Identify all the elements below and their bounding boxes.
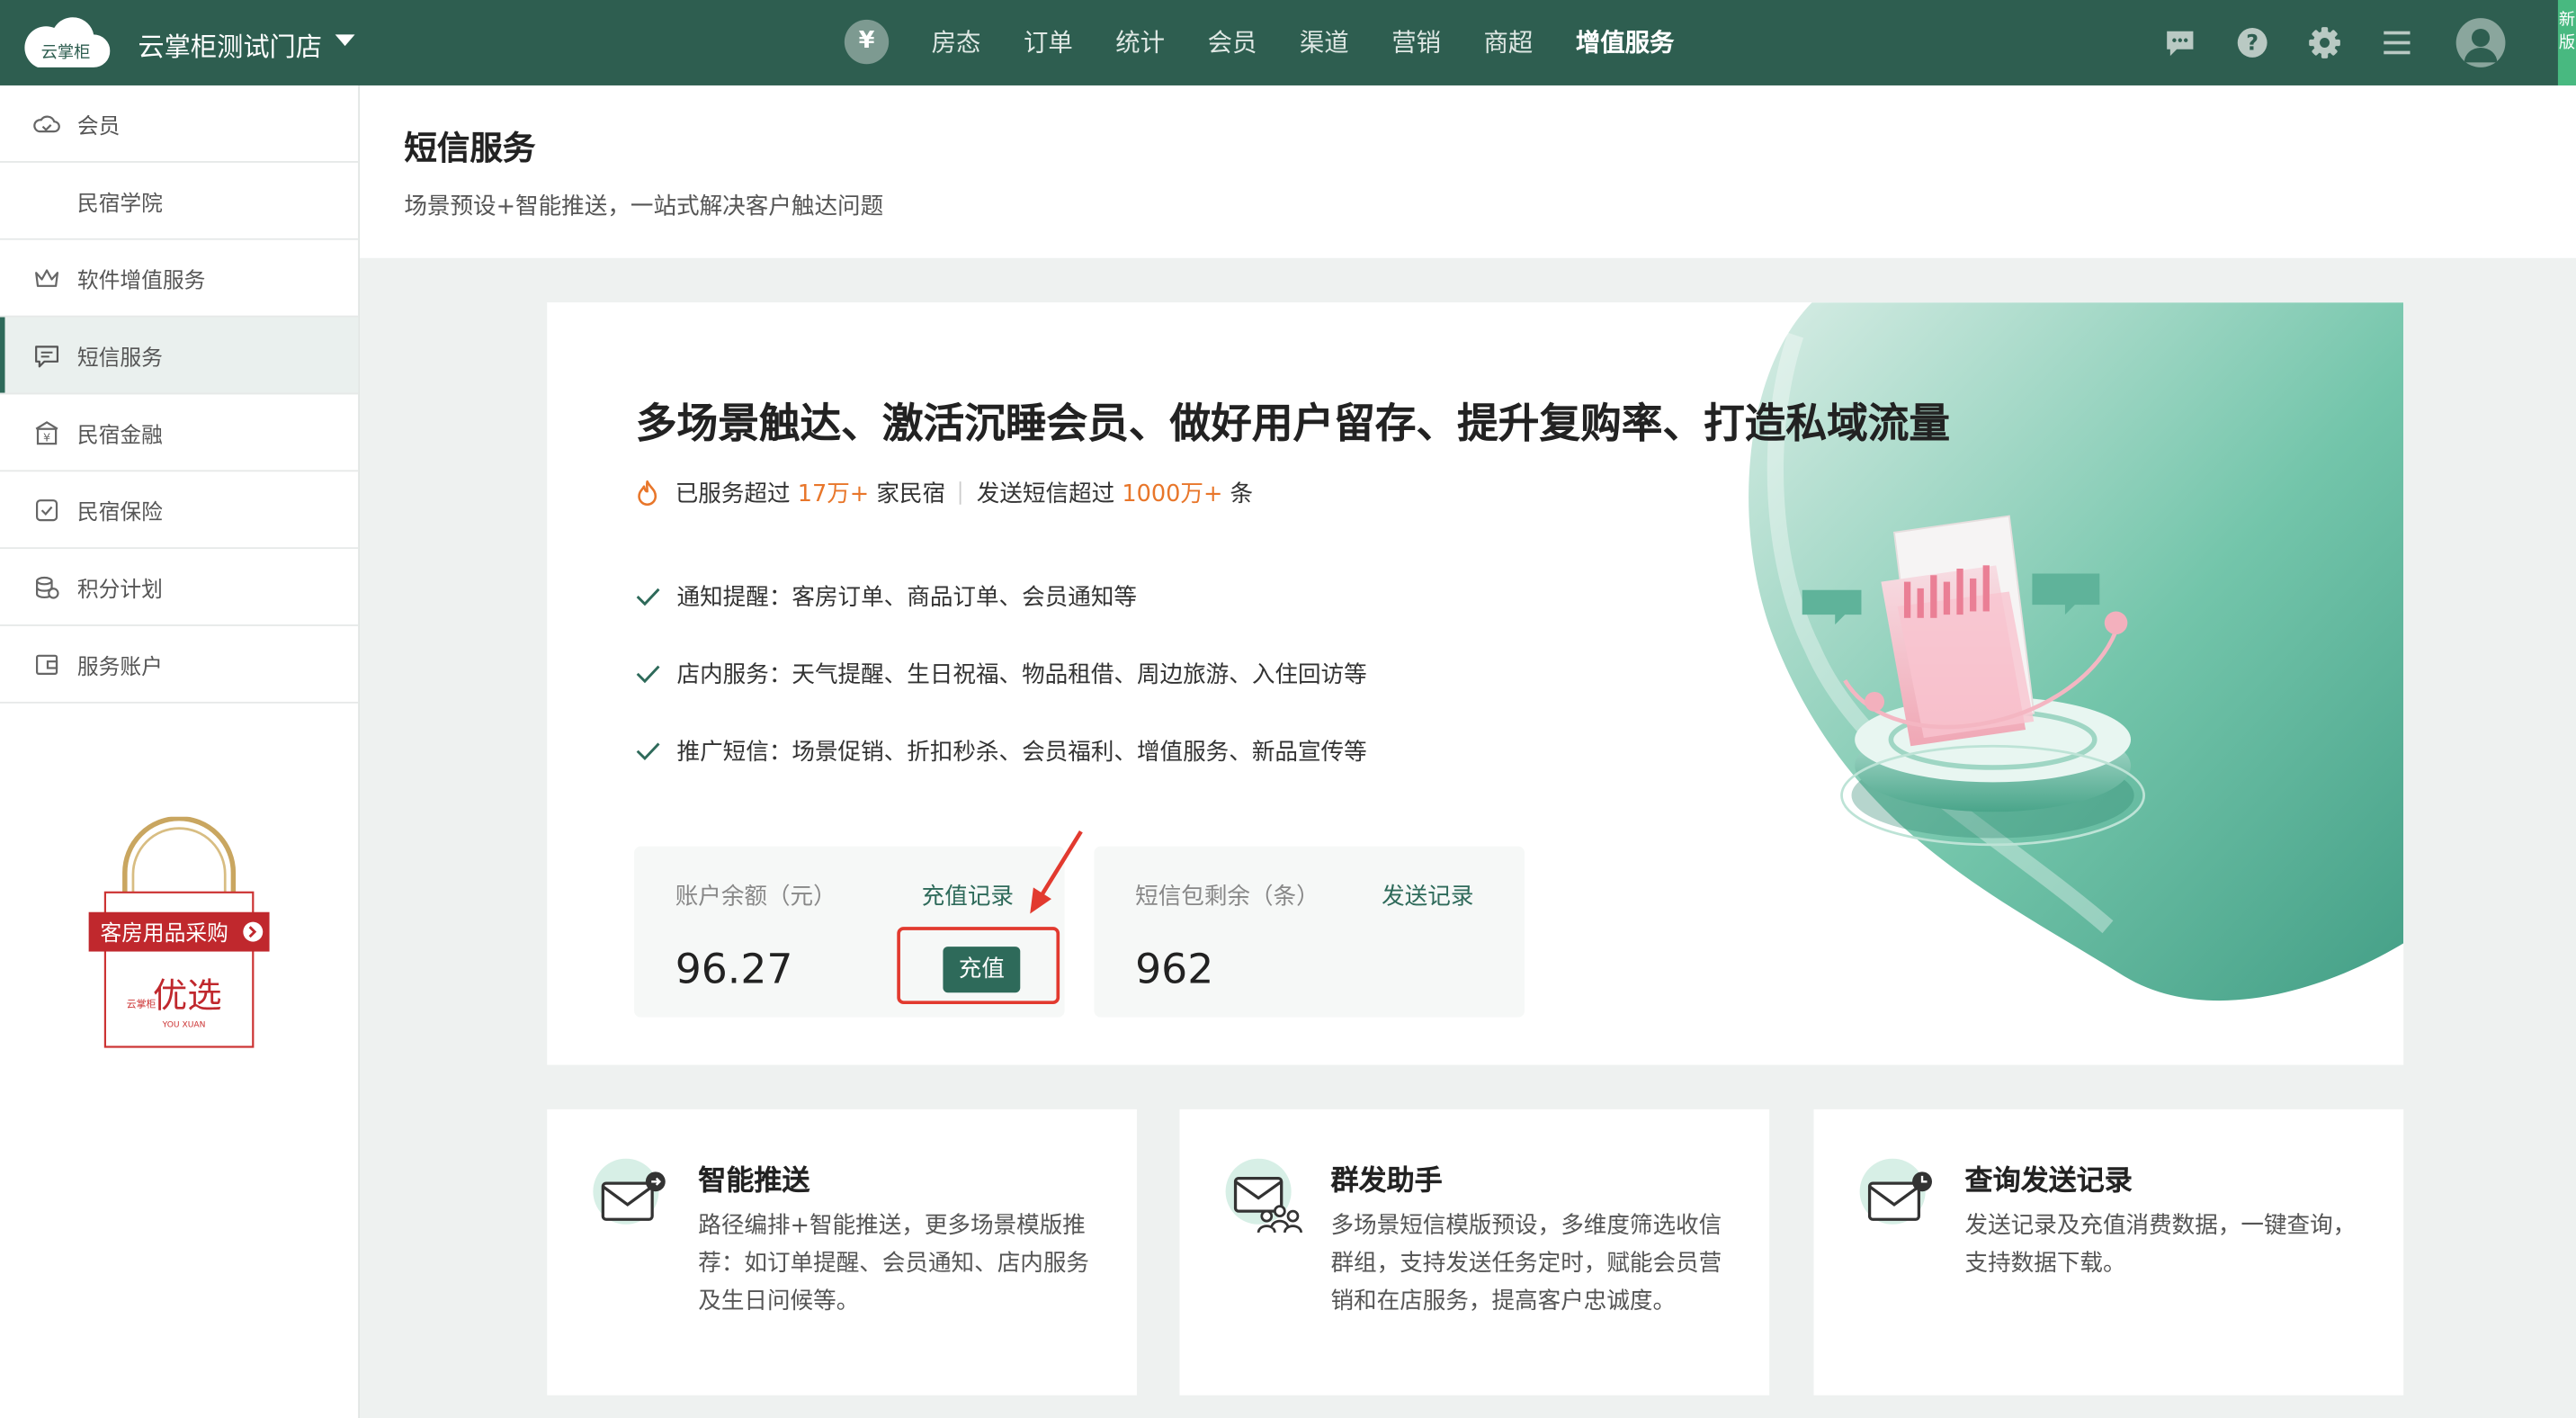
sidebar-item-finance[interactable]: ¥ 民宿金融 [0,394,359,472]
sidebar-item-insurance[interactable]: 民宿保险 [0,471,359,550]
fire-icon [638,480,657,507]
nav-members[interactable]: 会员 [1186,0,1278,85]
stat-sent-value: 1000万+ [1122,481,1223,508]
svg-text:YOU XUAN: YOU XUAN [162,1021,206,1030]
nav-channels[interactable]: 渠道 [1278,0,1370,85]
yunzhanggui-logo[interactable]: 云掌柜 [22,14,111,70]
feature-text: 通知提醒：客房订单、商品订单、会员通知等 [676,585,1137,612]
send-record-link[interactable]: 发送记录 [1382,879,1473,912]
yen-icon[interactable]: ¥ [844,19,890,65]
nav-orders[interactable]: 订单 [1002,0,1094,85]
feature-item: 通知提醒：客房订单、商品订单、会员通知等 [636,580,1137,614]
user-icon [2464,28,2498,63]
page-subtitle: 场景预设+智能推送，一站式解决客户触达问题 [404,193,884,220]
card-title: 群发助手 [1330,1165,1443,1198]
store-name[interactable]: 云掌柜测试门店 [138,24,322,64]
menu-icon[interactable] [2379,24,2415,60]
sms-remaining-label: 短信包剩余（条） [1135,884,1319,911]
mail-send-icon [593,1158,666,1225]
check-icon [636,665,660,684]
nav-mall[interactable]: 商超 [1462,0,1554,85]
recharge-record-link[interactable]: 充值记录 [922,879,1014,912]
top-navigation-bar: 云掌柜 云掌柜测试门店 ¥ 房态 订单 统计 会员 渠道 营销 商超 增值服务 … [0,0,2576,85]
stat-served-suffix: 家民宿 [876,481,946,508]
sidebar-item-label: 短信服务 [76,346,163,371]
wallet-icon [36,654,58,675]
stat-divider [960,481,962,505]
sms-hero-card: 多场景触达、激活沉睡会员、做好用户留存、提升复购率、打造私域流量 已服务超过 1… [547,302,2404,1065]
coins-icon [36,576,59,599]
page-header: 短信服务 场景预设+智能推送，一站式解决客户触达问题 [360,85,2576,258]
hero-stats: 已服务超过 17万+ 家民宿 发送短信超过 1000万+ 条 [636,477,1253,510]
check-icon [636,588,660,606]
sidebar-item-sms-service[interactable]: 短信服务 [0,317,359,395]
sidebar-item-academy[interactable]: 民宿学院 [0,163,359,240]
bank-icon: ¥ [35,421,58,444]
stat-sent-prefix: 发送短信超过 [976,481,1115,508]
feature-text: 店内服务：天气提醒、生日祝福、物品租借、周边旅游、入住回访等 [676,662,1367,689]
sidebar-item-label: 服务账户 [76,654,163,680]
sms-remaining-panel: 短信包剩余（条） 发送记录 962 [1094,846,1525,1018]
feature-card-mass-send[interactable]: 群发助手 多场景短信模版预设，多维度筛选收信群组，支持发送任务定时，赋能会员营销… [1179,1108,1770,1396]
nav-marketing[interactable]: 营销 [1370,0,1462,85]
mail-group-icon [1225,1158,1302,1234]
sidebar-item-members[interactable]: 会员 [0,85,359,163]
card-description: 多场景短信模版预设，多维度筛选收信群组，支持发送任务定时，赋能会员营销和在店服务… [1330,1212,1722,1315]
feature-item: 推广短信：场景促销、折扣秒杀、会员福利、增值服务、新品宣传等 [636,734,1367,767]
svg-text:云掌柜: 云掌柜 [41,43,91,62]
sidebar-item-software-services[interactable]: 软件增值服务 [0,240,359,318]
sidebar-item-label: 民宿保险 [76,500,163,525]
card-description: 发送记录及充值消费数据，一键查询，支持数据下载。 [1964,1212,2357,1278]
shield-check-icon [36,499,58,522]
svg-text:客房用品采购: 客房用品采购 [100,920,228,946]
crown-icon [35,269,59,287]
cloud-icon [33,115,60,133]
svg-text:?: ? [2246,31,2258,56]
sidebar-item-label: 积分计划 [76,578,163,603]
page-title: 短信服务 [404,128,536,168]
svg-text:云掌柜: 云掌柜 [127,998,157,1010]
hero-title: 多场景触达、激活沉睡会员、做好用户留存、提升复购率、打造私域流量 [635,399,1951,447]
sidebar: 会员 民宿学院 软件增值服务 短信服务 ¥ 民宿金融 民宿保险 积分计划 服务账… [0,85,361,1418]
stat-served-value: 17万+ [797,481,870,508]
svg-text:优选: 优选 [153,976,222,1017]
feature-card-smart-push[interactable]: 智能推送 路径编排+智能推送，更多场景模版推荐：如订单提醒、会员通知、店内服务及… [547,1108,1137,1396]
feature-item: 店内服务：天气提醒、生日祝福、物品租借、周边旅游、入住回访等 [636,658,1367,691]
card-title: 智能推送 [698,1165,810,1198]
feature-card-send-records[interactable]: 查询发送记录 发送记录及充值消费数据，一键查询，支持数据下载。 [1813,1108,2404,1396]
stat-served-prefix: 已服务超过 [675,481,791,508]
balance-value: 96.27 [675,945,793,993]
nav-fangtai[interactable]: 房态 [910,0,1002,85]
svg-text:¥: ¥ [43,431,50,444]
nav-stats[interactable]: 统计 [1095,0,1186,85]
new-version-badge[interactable]: 新版 [2557,0,2576,85]
annotation-arrow-icon [1030,830,1083,914]
feature-text: 推广短信：场景促销、折扣秒杀、会员福利、增值服务、新品宣传等 [676,739,1367,767]
card-title: 查询发送记录 [1964,1165,2133,1198]
sms-remaining-value: 962 [1135,945,1214,993]
promo-banner-youxuan[interactable]: 客房用品采购 云掌柜 优选 YOU XUAN [85,816,273,1050]
mail-clock-icon [1859,1158,1932,1225]
check-icon [636,742,660,761]
card-description: 路径编排+智能推送，更多场景模版推荐：如订单提醒、会员通知、店内服务及生日问候等… [698,1212,1089,1315]
page: 云掌柜 云掌柜测试门店 ¥ 房态 订单 统计 会员 渠道 营销 商超 增值服务 … [0,0,2576,1418]
main-nav: 房态 订单 统计 会员 渠道 营销 商超 增值服务 [910,0,1695,85]
store-dropdown-icon[interactable] [335,34,355,47]
chat-icon[interactable] [2162,24,2198,60]
user-avatar[interactable] [2455,18,2506,67]
stat-sent-suffix: 条 [1230,481,1254,508]
balance-label: 账户余额（元） [675,884,836,911]
sidebar-item-label: 民宿金融 [76,423,163,448]
sidebar-item-service-account[interactable]: 服务账户 [0,626,359,704]
nav-value-added-services[interactable]: 增值服务 [1554,0,1695,85]
sidebar-item-label: 会员 [76,113,121,139]
message-icon [35,346,59,368]
sidebar-item-label: 软件增值服务 [76,268,206,294]
gear-icon[interactable] [2306,24,2342,60]
recharge-button[interactable]: 充值 [943,947,1021,993]
help-icon[interactable]: ? [2234,24,2270,60]
sidebar-item-points-plan[interactable]: 积分计划 [0,549,359,626]
sidebar-item-label: 民宿学院 [76,191,163,217]
